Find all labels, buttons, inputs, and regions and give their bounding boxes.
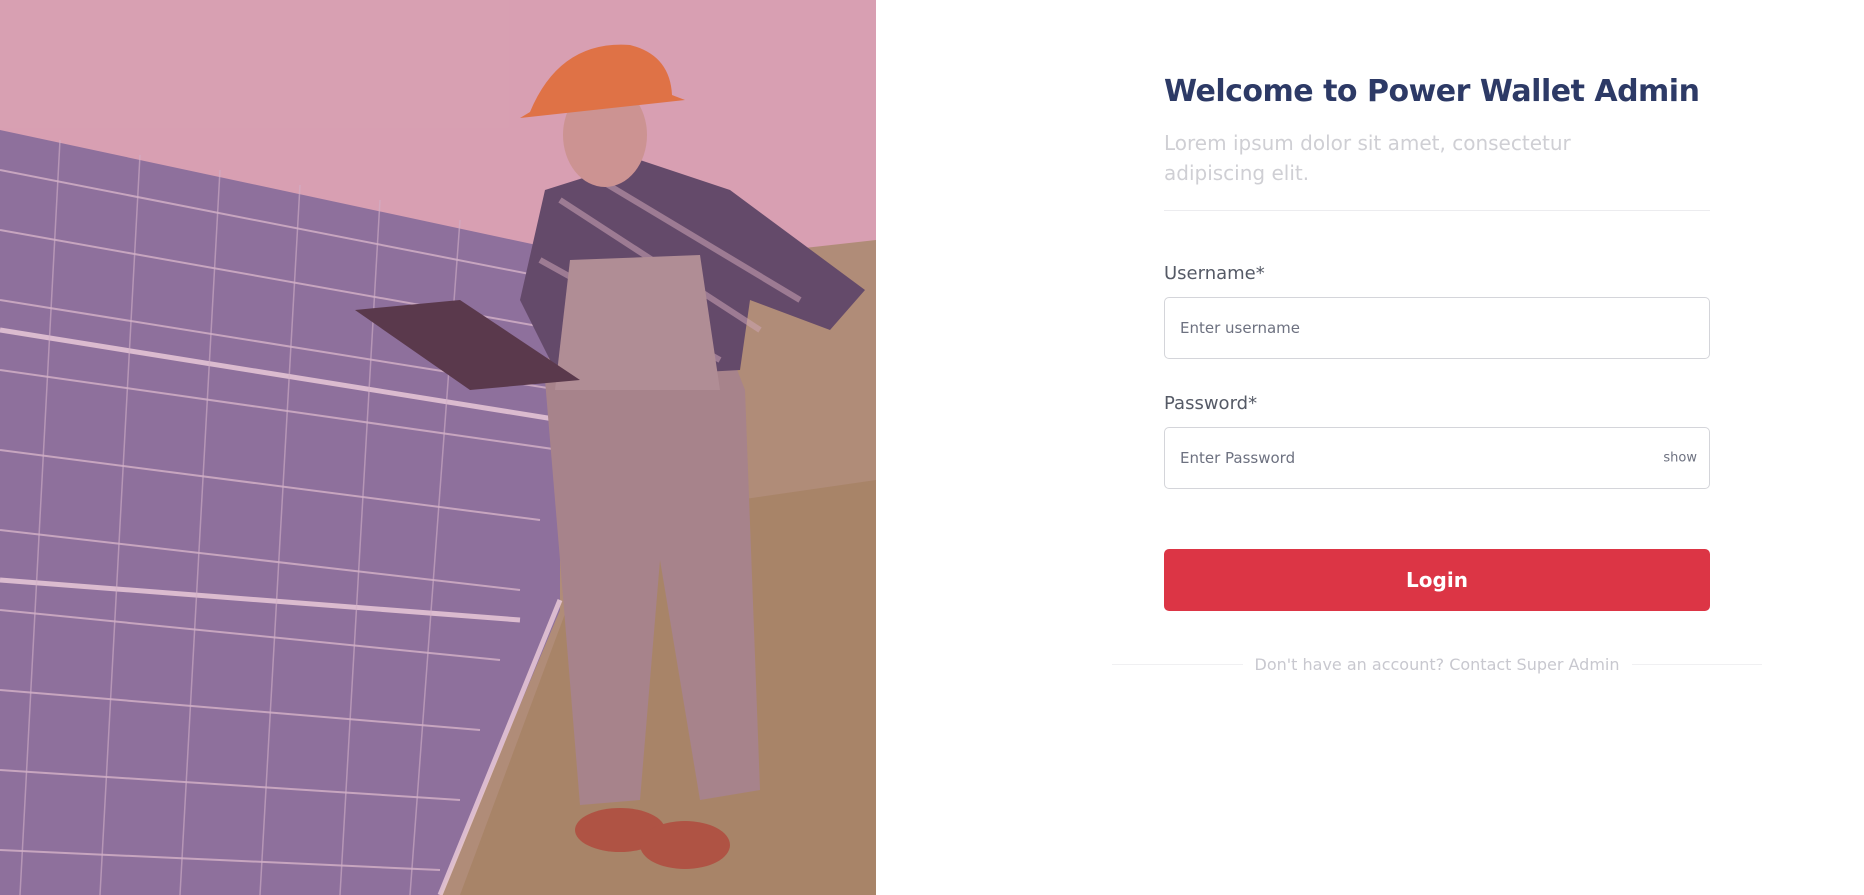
login-form: Welcome to Power Wallet Admin Lorem ipsu… bbox=[1164, 66, 1710, 611]
page-title: Welcome to Power Wallet Admin bbox=[1164, 74, 1700, 109]
password-input[interactable] bbox=[1165, 428, 1709, 488]
footer-divider-right bbox=[1631, 663, 1762, 665]
header-divider bbox=[1164, 210, 1710, 211]
hero-illustration bbox=[0, 0, 876, 895]
login-button[interactable]: Login bbox=[1164, 549, 1710, 611]
login-page: Welcome to Power Wallet Admin Lorem ipsu… bbox=[0, 0, 1864, 895]
login-panel: Welcome to Power Wallet Admin Lorem ipsu… bbox=[876, 0, 1864, 895]
username-input[interactable] bbox=[1165, 298, 1709, 358]
footer-divider-left bbox=[1112, 663, 1243, 665]
show-password-toggle[interactable]: show bbox=[1663, 451, 1697, 466]
username-label: Username* bbox=[1164, 263, 1265, 284]
page-subtitle: Lorem ipsum dolor sit amet, consectetur … bbox=[1164, 131, 1571, 185]
password-field-wrapper: show bbox=[1164, 427, 1710, 489]
hero-image bbox=[0, 0, 876, 895]
account-help: Don't have an account? Contact Super Adm… bbox=[1112, 654, 1762, 674]
username-field-wrapper bbox=[1164, 297, 1710, 359]
password-label: Password* bbox=[1164, 393, 1258, 414]
contact-admin-text: Don't have an account? Contact Super Adm… bbox=[1254, 654, 1620, 674]
